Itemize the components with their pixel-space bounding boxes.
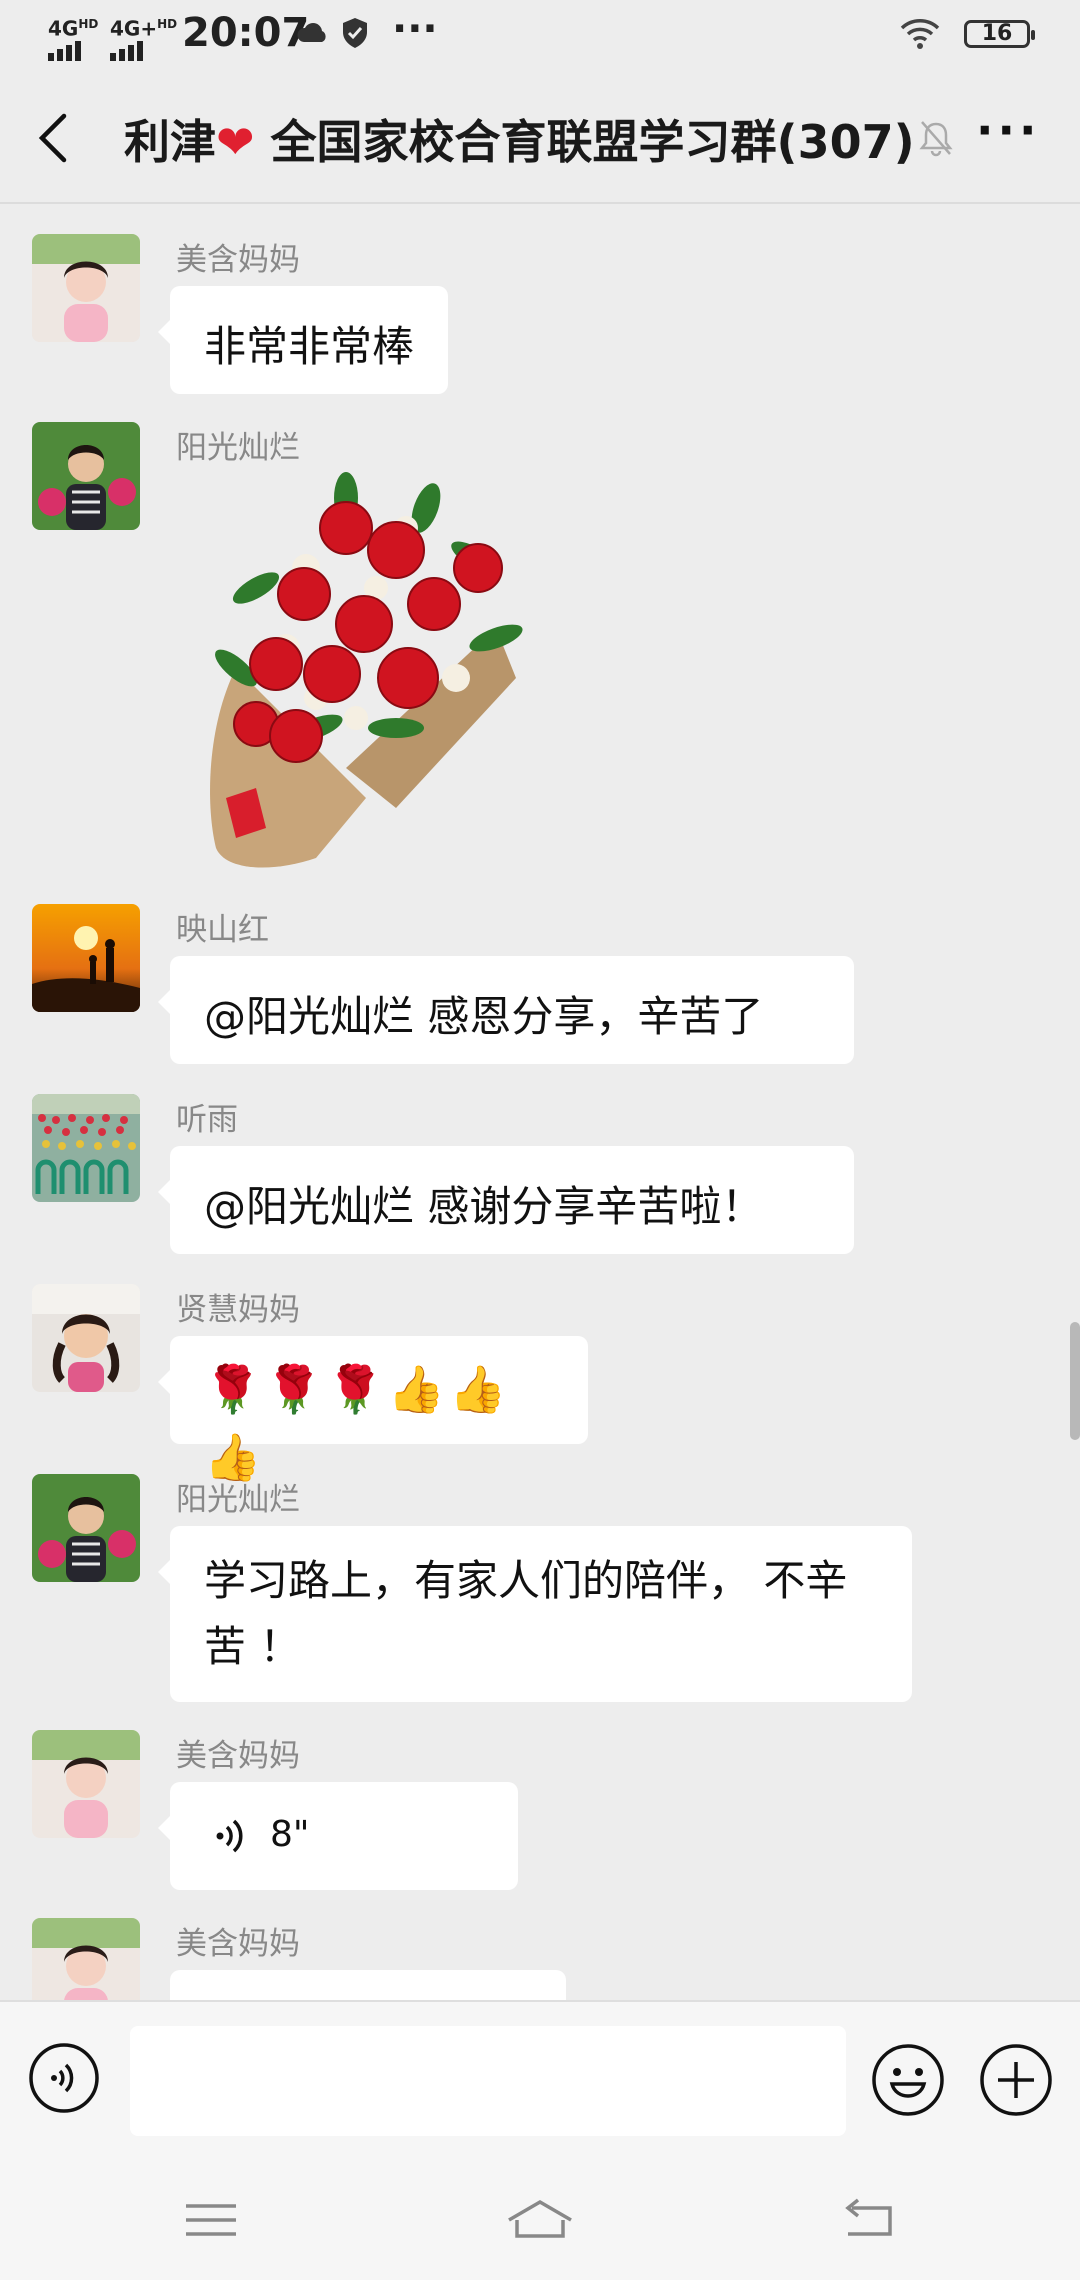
network-sup-1: HD	[78, 17, 99, 31]
more-options-button[interactable]: ···	[976, 107, 1040, 162]
voice-input-button[interactable]	[28, 2042, 100, 2114]
sender-name: 听雨	[176, 1102, 238, 1138]
message-input[interactable]	[130, 2026, 846, 2136]
avatar[interactable]	[32, 1474, 140, 1582]
voice-message-bubble[interactable]	[170, 1970, 566, 2000]
clock: 20:07	[182, 10, 310, 56]
add-attachment-button[interactable]	[978, 2042, 1054, 2118]
signal-indicator-1: 4GHD	[48, 14, 98, 61]
avatar[interactable]	[32, 1918, 140, 2000]
chat-message-list[interactable]: 美含妈妈 非常非常棒 阳光灿烂 映山红 @阳光灿烂 感恩分享，辛苦了 听雨 @阳…	[0, 204, 1080, 2000]
message-bubble[interactable]: @阳光灿烂 感恩分享，辛苦了	[158, 956, 854, 1064]
sender-name: 阳光灿烂	[176, 1482, 300, 1518]
input-bar	[0, 2000, 1080, 2162]
network-sup-2: HD	[157, 17, 178, 31]
message-text: @阳光灿烂 感恩分享，辛苦了	[204, 992, 764, 1041]
home-icon[interactable]	[505, 2190, 575, 2250]
avatar[interactable]	[32, 234, 140, 342]
signal-bars-icon	[48, 40, 84, 61]
voice-duration: 8"	[270, 1814, 310, 1855]
shield-icon	[343, 18, 367, 48]
avatar[interactable]	[32, 1730, 140, 1838]
sender-name: 阳光灿烂	[176, 430, 300, 466]
avatar[interactable]	[32, 1094, 140, 1202]
signal-bars-icon	[110, 40, 146, 61]
wifi-icon	[900, 19, 940, 49]
sender-name: 贤慧妈妈	[176, 1292, 300, 1328]
signal-indicator-2: 4G+HD	[110, 14, 177, 61]
message-bubble[interactable]: 非常非常棒	[157, 286, 449, 394]
avatar[interactable]	[32, 422, 140, 530]
sender-name: 美含妈妈	[176, 1926, 300, 1962]
voice-message-bubble[interactable]: 8"	[158, 1782, 518, 1890]
emoji-text: 🌹🌹🌹👍👍👍	[204, 1362, 511, 1484]
more-status-dots: ···	[392, 6, 438, 52]
network-type-1: 4G	[48, 16, 79, 41]
sender-name: 映山红	[176, 912, 269, 948]
sender-name: 美含妈妈	[176, 1738, 300, 1774]
back-nav-icon[interactable]	[834, 2190, 904, 2250]
cloud-icon	[297, 23, 326, 42]
network-type-2: 4G+	[110, 16, 158, 41]
sender-name: 美含妈妈	[176, 242, 300, 278]
voice-wave-icon	[216, 1819, 243, 1853]
message-bubble[interactable]: @阳光灿烂 感谢分享辛苦啦！	[158, 1146, 854, 1254]
chat-header: 利津❤ 全国家校合育联盟学习群(307) ···	[0, 70, 1080, 204]
message-bubble[interactable]: 学习路上，有家人们的陪伴， 不辛 苦 ！	[158, 1526, 912, 1702]
rose-bouquet-sticker[interactable]	[196, 468, 566, 872]
emoji-button[interactable]	[870, 2042, 946, 2118]
avatar[interactable]	[32, 1284, 140, 1392]
message-bubble[interactable]: 🌹🌹🌹👍👍👍	[158, 1336, 588, 1484]
system-nav-bar	[0, 2160, 1080, 2280]
back-button[interactable]	[30, 110, 80, 166]
scroll-indicator[interactable]	[1070, 1322, 1080, 1440]
status-bar: 4GHD 4G+HD 20:07 ··· 16	[0, 0, 1080, 70]
message-text-line-2: 苦 ！	[204, 1622, 302, 1671]
battery-indicator: 16	[964, 20, 1035, 48]
title-name: 全国家校合育联盟学习群(307)	[254, 115, 915, 169]
avatar[interactable]	[32, 904, 140, 1012]
title-prefix: 利津	[124, 115, 216, 169]
message-text-line-1: 学习路上，有家人们的陪伴， 不辛	[204, 1556, 848, 1605]
menu-icon[interactable]	[176, 2190, 246, 2250]
message-text: @阳光灿烂 感谢分享辛苦啦！	[204, 1182, 764, 1231]
group-title: 利津❤ 全国家校合育联盟学习群(307)	[124, 106, 915, 172]
message-text: 非常非常棒	[204, 322, 415, 371]
mute-bell-icon	[919, 121, 953, 157]
heart-icon: ❤	[216, 115, 255, 169]
